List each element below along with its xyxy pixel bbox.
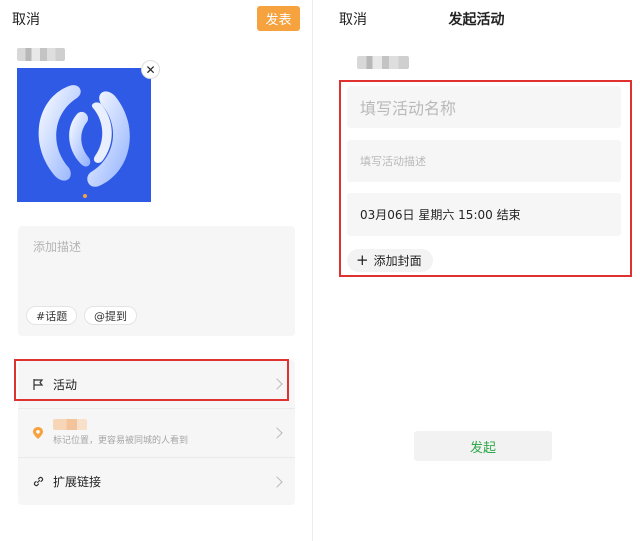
chevron-right-icon [271, 378, 283, 390]
flag-icon [31, 377, 45, 391]
description-box[interactable]: 添加描述 #话题 @提到 [18, 226, 295, 336]
launch-activity-button[interactable]: 发起 [414, 431, 552, 461]
post-options-group: 活动 标记位置，更容易被同城的人看到 扩展链接 [18, 360, 295, 505]
end-time-picker[interactable]: 03月06日 星期六 15:00 结束 [347, 193, 621, 236]
activity-description-placeholder: 填写活动描述 [360, 155, 426, 168]
location-hint: 标记位置，更容易被同城的人看到 [53, 436, 189, 446]
extended-link-row[interactable]: 扩展链接 [18, 457, 295, 505]
blurred-username [17, 48, 65, 61]
end-time-text: 03月06日 星期六 15:00 结束 [360, 208, 521, 222]
add-cover-label: 添加封面 [373, 254, 422, 268]
activity-name-placeholder: 填写活动名称 [360, 99, 457, 118]
publish-button[interactable]: 发表 [257, 6, 300, 31]
create-activity-panel: 取消 发起活动 填写活动名称 填写活动描述 03月06日 星期六 15:00 结… [313, 0, 640, 541]
activity-row[interactable]: 活动 [18, 360, 295, 408]
blurred-location-name [53, 419, 87, 430]
cover-image[interactable] [17, 68, 151, 202]
page-title: 发起活动 [448, 12, 505, 28]
location-pin-icon [31, 426, 45, 440]
extended-link-label: 扩展链接 [53, 475, 102, 489]
activity-name-input[interactable]: 填写活动名称 [347, 86, 621, 128]
cover-logo-graphic [38, 85, 130, 198]
description-placeholder: 添加描述 [33, 240, 82, 254]
link-icon [31, 475, 45, 489]
plus-icon: + [356, 251, 369, 269]
activity-description-input[interactable]: 填写活动描述 [347, 140, 621, 182]
location-row[interactable]: 标记位置，更容易被同城的人看到 [18, 408, 295, 456]
cancel-button[interactable]: 取消 [12, 9, 40, 29]
mention-tag-button[interactable]: @提到 [84, 306, 137, 325]
chevron-right-icon [271, 475, 283, 488]
post-composer-panel: 取消 发表 ✕ 添加描述 #话题 @提到 活动 标记位置，更容易被同城的人看到 … [0, 0, 312, 541]
remove-cover-close-icon[interactable]: ✕ [141, 60, 160, 79]
topic-tag-button[interactable]: #话题 [26, 306, 78, 325]
activity-label: 活动 [53, 377, 78, 392]
location-text-block: 标记位置，更容易被同城的人看到 [53, 419, 188, 446]
chevron-right-icon [271, 426, 283, 439]
add-cover-button[interactable]: + 添加封面 [347, 249, 433, 272]
blurred-username [357, 56, 409, 69]
